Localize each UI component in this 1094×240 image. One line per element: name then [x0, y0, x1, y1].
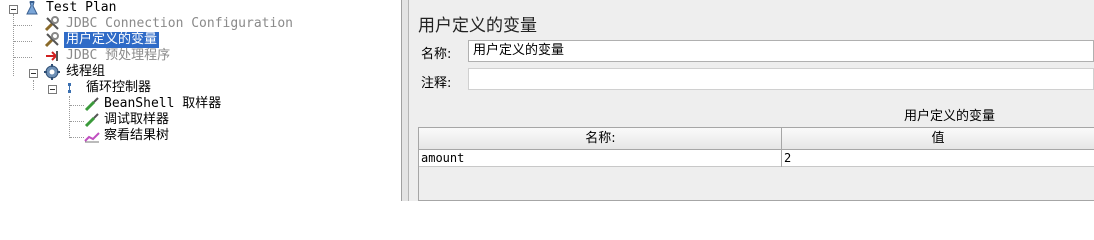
page-title: 用户定义的变量 [418, 16, 537, 36]
tree-guide-line [70, 105, 84, 106]
table-cell-value[interactable]: 2 [782, 150, 1094, 167]
collapse-toggle[interactable] [29, 69, 38, 78]
tree-guide-line [14, 57, 32, 58]
tree-guide-line [33, 80, 34, 90]
collapse-toggle[interactable] [48, 85, 57, 94]
test-plan-tree[interactable]: Test Plan JDBC Connection Configuration [0, 0, 402, 201]
name-field[interactable]: 用户定义的变量 [468, 40, 1094, 62]
tree-item-label: 循环控制器 [86, 80, 152, 95]
column-header-name[interactable]: 名称: [419, 128, 782, 150]
tree-guide-line [70, 137, 84, 138]
table-cell-name[interactable]: amount [419, 150, 782, 167]
gear-icon [44, 64, 60, 80]
pipette-icon [84, 96, 100, 112]
tree-guide-line [14, 25, 32, 26]
jmeter-window: Test Plan JDBC Connection Configuration [0, 0, 1094, 201]
tree-guide-line [13, 14, 14, 76]
tree-item-label: 调试取样器 [104, 112, 170, 127]
variables-table-caption: 用户定义的变量 [904, 109, 996, 124]
column-header-value[interactable]: 值 [782, 128, 1094, 150]
preprocessor-arrow-icon [44, 48, 60, 64]
pipette-icon [84, 112, 100, 128]
comment-label: 注释: [421, 76, 452, 91]
tree-item-label: JDBC 预处理程序 [66, 48, 171, 63]
variables-table: 名称: 值 amount 2 [418, 127, 1094, 201]
tree-item-label: 用户定义的变量 [64, 32, 160, 48]
comment-field[interactable] [468, 68, 1094, 90]
wrench-icon [44, 16, 60, 32]
collapse-toggle[interactable] [9, 5, 18, 14]
tree-item-label: 察看结果树 [104, 128, 170, 143]
tree-guide-line [14, 41, 32, 42]
tree-guide-line [70, 121, 84, 122]
tree-item-label: Test Plan [46, 0, 117, 15]
loop-controller-icon [64, 80, 80, 96]
pane-splitter[interactable] [402, 0, 409, 201]
tree-item-label: BeanShell 取样器 [104, 96, 222, 111]
tree-item-label: 线程组 [66, 64, 106, 79]
tree-guide-line [69, 96, 70, 138]
tree-item-label: JDBC Connection Configuration [66, 16, 293, 31]
wrench-icon [44, 32, 60, 48]
chart-icon [84, 128, 100, 144]
name-label: 名称: [421, 47, 452, 62]
user-defined-variables-editor: 用户定义的变量 名称: 用户定义的变量 注释: 用户定义的变量 名称: 值 am… [409, 0, 1094, 201]
test-plan-icon [24, 0, 40, 16]
column-divider[interactable] [781, 128, 782, 167]
